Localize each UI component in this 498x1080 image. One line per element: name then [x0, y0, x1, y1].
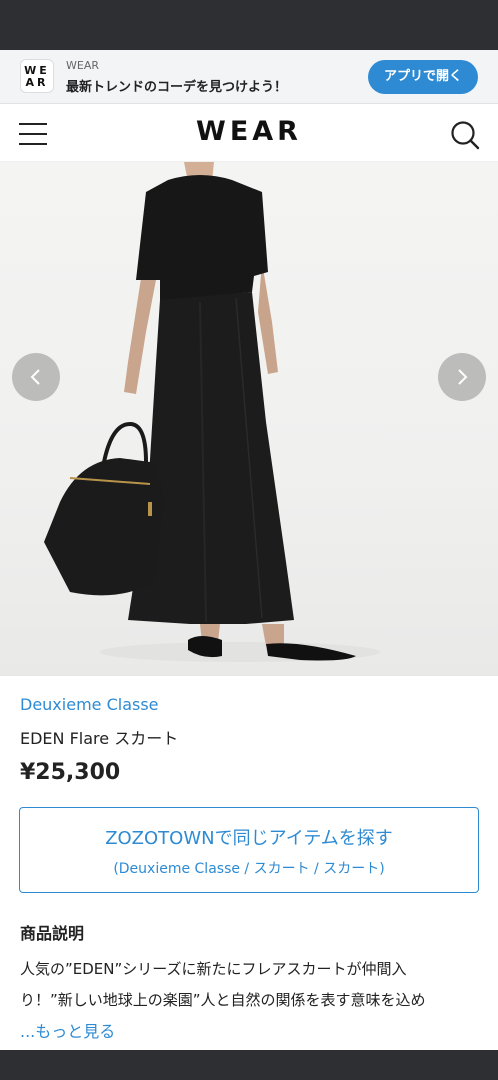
product-photo	[44, 162, 380, 662]
product-price: ¥25,300	[20, 760, 121, 785]
zozotown-search-button[interactable]: ZOZOTOWNで同じアイテムを探す (Deuxieme Classe / スカ…	[19, 807, 479, 893]
site-header: WEAR	[0, 104, 498, 162]
zozotown-button-label: ZOZOTOWNで同じアイテムを探す	[105, 828, 393, 849]
search-icon[interactable]	[450, 120, 480, 150]
brand-link[interactable]: Deuxieme Classe	[20, 695, 159, 714]
description-heading: 商品説明	[20, 924, 85, 943]
app-install-banner: WE AR WEAR 最新トレンドのコーデを見つけよう！ アプリで開く	[0, 50, 498, 104]
open-in-app-button[interactable]: アプリで開く	[368, 60, 478, 94]
banner-app-name: WEAR	[66, 59, 99, 72]
carousel-next-button[interactable]	[438, 353, 486, 401]
status-bar	[0, 0, 498, 50]
carousel-prev-button[interactable]	[12, 353, 60, 401]
product-name: EDEN Flare スカート	[20, 729, 179, 748]
description-text-line: 人気の”EDEN”シリーズに新たにフレアスカートが仲間入	[20, 960, 407, 978]
chevron-left-icon	[30, 369, 40, 385]
show-more-link[interactable]: ...もっと見る	[20, 1018, 115, 1042]
navigation-bar	[0, 1050, 498, 1080]
chevron-right-icon	[458, 369, 468, 385]
zozotown-button-category: (Deuxieme Classe / スカート / スカート)	[113, 861, 385, 877]
banner-tagline: 最新トレンドのコーデを見つけよう！	[66, 80, 288, 95]
wear-app-logo: WE AR	[20, 59, 54, 93]
product-image-carousel[interactable]	[0, 162, 498, 676]
site-logo[interactable]: WEAR	[0, 116, 498, 147]
description-text-line: り！”新しい地球上の楽園”人と自然の関係を表す意味を込め	[20, 991, 426, 1009]
